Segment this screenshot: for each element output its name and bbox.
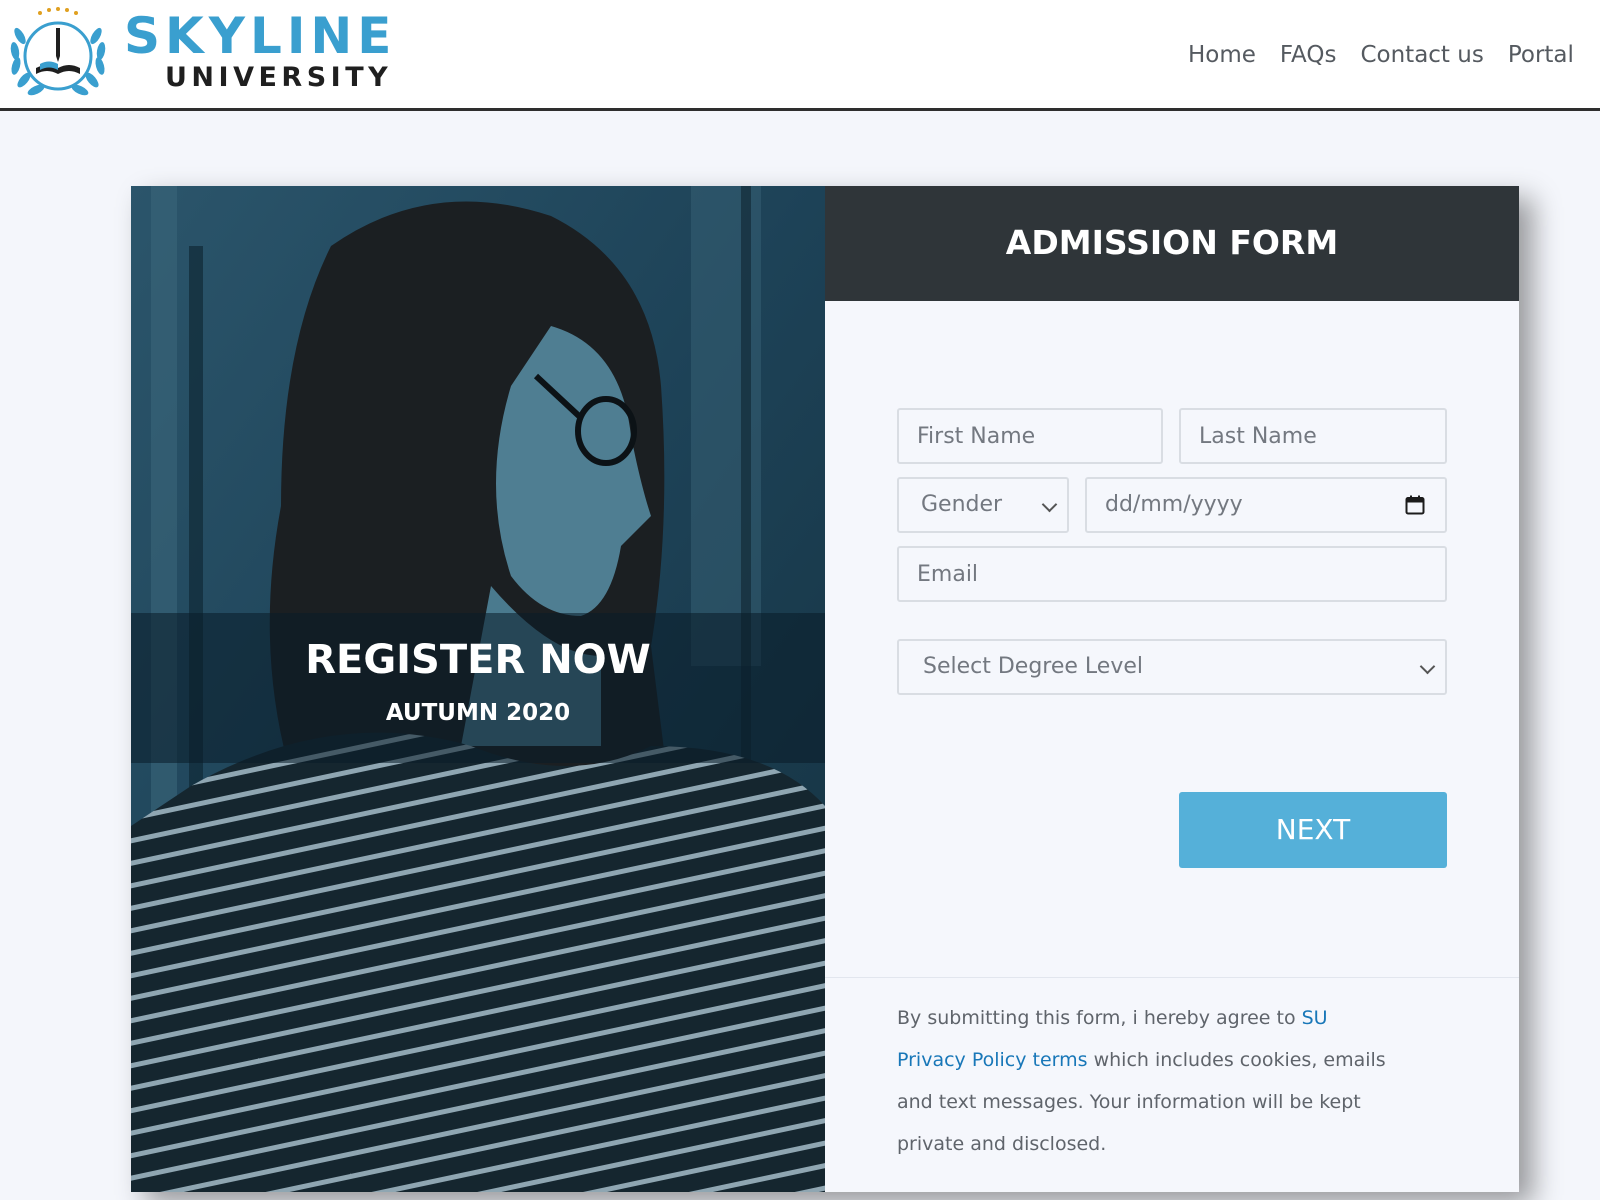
next-button[interactable]: NEXT xyxy=(1179,792,1447,868)
calendar-icon[interactable] xyxy=(1405,495,1425,515)
date-of-birth-field[interactable]: dd/mm/yyyy xyxy=(1085,477,1447,533)
register-subtitle: AUTUMN 2020 xyxy=(385,700,571,726)
gender-select-value: Gender xyxy=(921,492,1003,517)
form-header: ADMISSION FORM xyxy=(825,186,1519,301)
hero-photo: REGISTER NOW AUTUMN 2020 xyxy=(131,186,825,1192)
main-nav: Home FAQs Contact us Portal xyxy=(1188,38,1598,72)
disclaimer-text-start: By submitting this form, i hereby agree … xyxy=(897,1007,1302,1029)
degree-level-select[interactable]: Select Degree Level xyxy=(897,639,1447,695)
privacy-disclaimer: By submitting this form, i hereby agree … xyxy=(897,997,1397,1165)
admission-form-panel: ADMISSION FORM Gender dd/mm/yyyy Select xyxy=(825,186,1519,1192)
first-name-input[interactable] xyxy=(917,410,1161,462)
form-title: ADMISSION FORM xyxy=(1005,223,1339,262)
email-field[interactable] xyxy=(897,546,1447,602)
register-title: REGISTER NOW xyxy=(305,637,651,683)
last-name-field[interactable] xyxy=(1179,408,1447,464)
email-input[interactable] xyxy=(917,548,1445,600)
gender-select[interactable]: Gender xyxy=(897,477,1069,533)
first-name-field[interactable] xyxy=(897,408,1163,464)
form-divider xyxy=(825,977,1519,978)
brand-name-main: SKYLINE xyxy=(124,7,397,65)
last-name-input[interactable] xyxy=(1199,410,1445,462)
chevron-down-icon xyxy=(1041,496,1058,513)
brand-name-sub: UNIVERSITY xyxy=(165,62,393,93)
admission-card: REGISTER NOW AUTUMN 2020 ADMISSION FORM … xyxy=(131,186,1519,1192)
chevron-down-icon xyxy=(1419,658,1436,675)
university-laurel-logo-icon[interactable] xyxy=(6,6,110,102)
nav-contact-us[interactable]: Contact us xyxy=(1360,38,1483,72)
degree-level-select-value: Select Degree Level xyxy=(923,654,1143,679)
nav-faqs[interactable]: FAQs xyxy=(1280,38,1337,72)
nav-portal[interactable]: Portal xyxy=(1508,38,1574,72)
nav-home[interactable]: Home xyxy=(1188,38,1256,72)
date-of-birth-placeholder: dd/mm/yyyy xyxy=(1105,492,1243,517)
site-header: SKYLINE UNIVERSITY Home FAQs Contact us … xyxy=(0,0,1600,111)
